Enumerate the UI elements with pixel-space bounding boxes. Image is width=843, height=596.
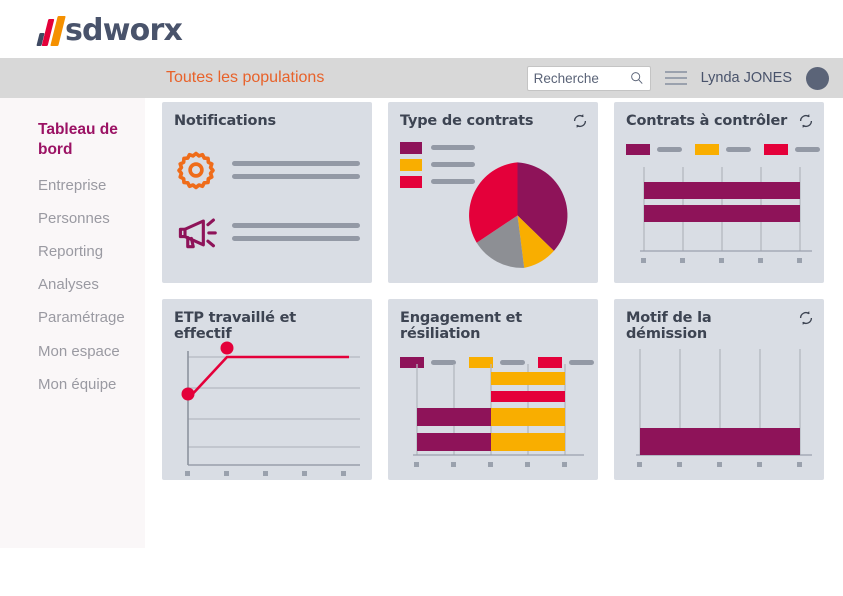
notification-text-placeholder: [232, 160, 360, 179]
line-chart-etp: [181, 341, 360, 476]
data-point-marker: [220, 341, 234, 355]
search-input[interactable]: [533, 70, 630, 86]
card-title-contrats-a-controler: Contrats à contrôler: [626, 113, 788, 129]
dashboard-card-grid: Notifications Type de contrats Contrats …: [145, 98, 843, 596]
stacked-bar-chart-engagement: [413, 364, 584, 467]
bar: [644, 205, 800, 222]
data-point-marker: [181, 387, 195, 401]
card-type-de-contrats: Type de contrats: [388, 102, 598, 283]
top-navigation-bar: Toutes les populations Lynda JONES: [0, 58, 843, 98]
axis-ticks: [185, 471, 346, 476]
sidebar-item-entreprise[interactable]: Entreprise: [38, 176, 145, 195]
notification-row[interactable]: [174, 148, 360, 192]
legend-swatch: [400, 175, 422, 188]
bar-segment: [417, 433, 491, 451]
sidebar-item-personnes[interactable]: Personnes: [38, 209, 145, 228]
search-box[interactable]: [526, 65, 651, 91]
logo-mark-icon: [36, 16, 66, 46]
sidebar-item-mon-espace[interactable]: Mon espace: [38, 342, 145, 361]
line-series-etp: [187, 355, 349, 400]
user-name-label[interactable]: Lynda JONES: [701, 70, 792, 86]
logo-wordmark: sdworx: [65, 13, 183, 48]
megaphone-icon: [178, 218, 217, 249]
card-contrats-a-controler: Contrats à contrôler: [614, 102, 824, 283]
refresh-icon[interactable]: [571, 112, 589, 130]
pie-chart-type-de-contrats: [469, 162, 568, 268]
hamburger-menu-icon[interactable]: [664, 71, 687, 85]
bar-segment: [491, 372, 565, 385]
legend-contrats-a-controler: [626, 143, 820, 155]
refresh-icon[interactable]: [797, 309, 815, 327]
search-icon[interactable]: [630, 71, 644, 85]
population-filter-label[interactable]: Toutes les populations: [166, 69, 324, 87]
axis-ticks: [637, 462, 802, 467]
sidebar-item-parametrage[interactable]: Paramétrage: [38, 308, 145, 327]
card-engagement-et-resiliation: Engagement et résiliation: [388, 299, 598, 480]
card-etp-travaille-et-effectif: ETP travaillé et effectif: [162, 299, 372, 480]
card-notifications: Notifications: [162, 102, 372, 283]
sidebar-navigation: Tableau de bord Entreprise Personnes Rep…: [0, 98, 145, 548]
bar-segment: [491, 433, 565, 451]
bar-segment: [417, 408, 491, 426]
card-title-notifications: Notifications: [174, 113, 276, 129]
axis-ticks: [641, 258, 802, 263]
refresh-icon[interactable]: [797, 112, 815, 130]
legend-item: [400, 141, 586, 154]
logo-bar: sdworx: [0, 0, 843, 58]
legend-swatch: [695, 143, 719, 155]
bar: [644, 182, 800, 199]
card-title-engagement: Engagement et résiliation: [400, 310, 523, 342]
sidebar-item-mon-equipe[interactable]: Mon équipe: [38, 375, 145, 394]
topbar-right-group: Lynda JONES: [526, 65, 829, 91]
sidebar-item-reporting[interactable]: Reporting: [38, 242, 145, 261]
legend-swatch: [400, 141, 422, 154]
card-motif-de-la-demission: Motif de la démission: [614, 299, 824, 480]
sdworx-logo[interactable]: sdworx: [36, 12, 183, 48]
notification-text-placeholder: [232, 222, 360, 241]
user-avatar[interactable]: [806, 66, 829, 90]
axis-ticks: [414, 462, 567, 467]
legend-swatch: [764, 143, 788, 155]
sidebar-item-analyses[interactable]: Analyses: [38, 275, 145, 294]
sidebar-item-tableau-de-bord[interactable]: Tableau de bord: [38, 120, 145, 160]
legend-swatch: [400, 158, 422, 171]
gear-icon: [177, 151, 215, 190]
card-title-type-de-contrats: Type de contrats: [400, 113, 534, 129]
page-body: Tableau de bord Entreprise Personnes Rep…: [0, 98, 843, 596]
legend-swatch: [626, 143, 650, 155]
bar-segment: [491, 408, 565, 426]
bar-chart-motif-de-la-demission: [636, 349, 812, 467]
bar-segment: [491, 391, 565, 402]
bar: [640, 428, 800, 455]
bar-chart-contrats-a-controler: [640, 167, 812, 263]
notification-row[interactable]: [174, 210, 360, 254]
